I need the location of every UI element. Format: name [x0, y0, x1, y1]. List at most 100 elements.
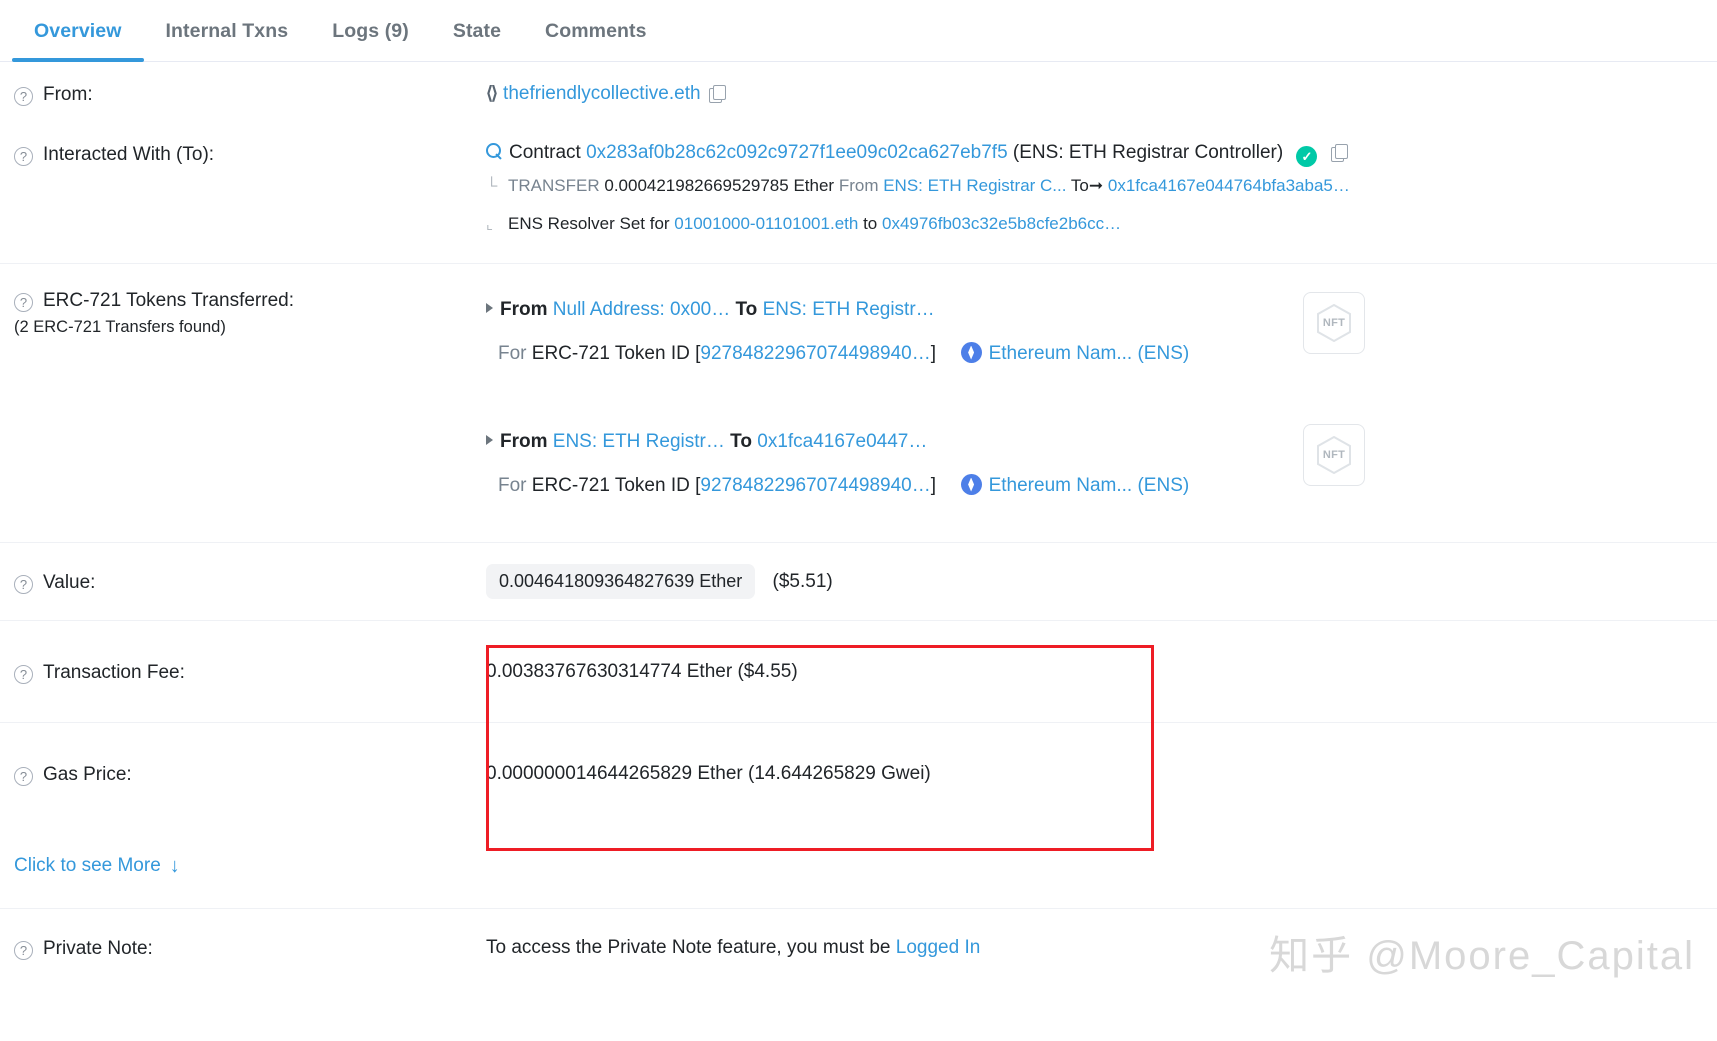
row-erc721-transfers: ? ERC-721 Tokens Transferred: (2 ERC-721… [0, 263, 1717, 542]
interacted-label-cell: ? Interacted With (To): [14, 142, 486, 166]
from-label-cell: ? From: [14, 82, 486, 106]
transfer-amount: 0.000421982669529785 Ether [604, 176, 835, 195]
transfer-parties-line: From Null Address: 0x00… To ENS: ETH Reg… [486, 288, 1703, 332]
erc721-transfer-list: From Null Address: 0x00… To ENS: ETH Reg… [486, 288, 1703, 508]
erc721-sublabel: (2 ERC-721 Transfers found) [14, 318, 226, 336]
erc721-label-cell: ? ERC-721 Tokens Transferred: (2 ERC-721… [14, 288, 486, 337]
question-mark-icon[interactable]: ? [14, 147, 33, 166]
interacted-with-label: Interacted With (To): [43, 144, 215, 165]
question-mark-icon[interactable]: ? [14, 766, 33, 786]
erc721-token-name-link[interactable]: Ethereum Nam... (ENS) [989, 475, 1190, 496]
verified-check-icon: ✓ [1296, 146, 1318, 167]
nft-thumbnail[interactable]: NFT [1303, 424, 1365, 486]
watermark-handle: @Moore_Capital [1366, 934, 1695, 978]
tree-corner-dotted-icon: ⌞ [486, 216, 494, 233]
ens-token-icon [960, 474, 982, 495]
transfer-from-word: From [838, 176, 879, 195]
contract-address-link[interactable]: 0x283af0b28c62c092c9727f1ee09c02ca627eb7… [586, 142, 1008, 163]
value-cell: 0.004641809364827639 Ether ($5.51) [486, 564, 1703, 599]
tab-state[interactable]: State [431, 20, 523, 61]
tab-overview[interactable]: Overview [12, 20, 144, 62]
token-id-bracket-close: ] [930, 475, 937, 496]
nft-placeholder-icon: NFT [1317, 304, 1351, 342]
transfer-token-line: For ERC-721 Token ID [927848229670744989… [486, 332, 1703, 376]
erc721-from-link[interactable]: ENS: ETH Registr… [553, 431, 725, 452]
private-note-label-cell: ? Private Note: [14, 936, 486, 960]
watermark: 知乎 @Moore_Capital [1269, 923, 1695, 981]
private-note-label: Private Note: [43, 937, 153, 959]
value-label-cell: ? Value: [14, 570, 486, 594]
to-word: To [730, 431, 752, 452]
row-gas-price: ? Gas Price: 0.000000014644265829 Ether … [0, 722, 1717, 824]
for-word: For [498, 475, 527, 496]
tab-comments[interactable]: Comments [523, 20, 669, 61]
nft-thumb-label: NFT [1322, 317, 1346, 329]
erc721-from-link[interactable]: Null Address: 0x00… [553, 299, 730, 320]
resolver-prefix: ENS Resolver Set for [508, 214, 670, 233]
row-transaction-fee: ? Transaction Fee: 0.00383767630314774 E… [0, 620, 1717, 722]
question-mark-icon[interactable]: ? [14, 293, 33, 312]
copy-icon[interactable] [1330, 144, 1348, 162]
ens-brackets-icon: ⟨⟩ [486, 83, 498, 103]
transaction-fee-label-cell: ? Transaction Fee: [14, 660, 486, 684]
contract-word: Contract [509, 142, 581, 163]
contract-line: Contract 0x283af0b28c62c092c9727f1ee09c0… [486, 142, 1703, 167]
from-ens-link[interactable]: thefriendlycollective.eth [503, 83, 701, 104]
token-id-bracket-close: ] [930, 343, 937, 364]
question-mark-icon[interactable]: ? [14, 664, 33, 684]
nft-placeholder-icon: NFT [1317, 436, 1351, 474]
interacted-with-value: Contract 0x283af0b28c62c092c9727f1ee09c0… [486, 142, 1703, 243]
value-label: Value: [43, 571, 96, 593]
click-to-see-more-link[interactable]: Click to see More [14, 855, 161, 877]
transaction-fee-value: 0.00383767630314774 Ether ($4.55) [486, 660, 798, 682]
value-amount-pill: 0.004641809364827639 Ether [486, 564, 756, 599]
gas-price-label: Gas Price: [43, 763, 132, 785]
expand-caret-icon[interactable] [486, 303, 493, 313]
question-mark-icon[interactable]: ? [14, 87, 33, 106]
from-word: From [500, 299, 548, 320]
transaction-fee-label: Transaction Fee: [43, 661, 185, 683]
value-fiat: ($5.51) [772, 571, 833, 592]
from-word: From [500, 431, 548, 452]
question-mark-icon[interactable]: ? [14, 940, 33, 960]
erc721-token-name-link[interactable]: Ethereum Nam... (ENS) [989, 343, 1190, 364]
copy-icon[interactable] [708, 85, 726, 103]
tab-logs[interactable]: Logs (9) [310, 20, 431, 61]
for-word: For [498, 343, 527, 364]
from-value: ⟨⟩ thefriendlycollective.eth [486, 83, 1703, 105]
erc721-to-link[interactable]: ENS: ETH Registr… [763, 299, 935, 320]
expand-caret-icon[interactable] [486, 435, 493, 445]
erc721-transfer-item: From Null Address: 0x00… To ENS: ETH Reg… [486, 288, 1703, 376]
resolver-address-link[interactable]: 0x4976fb03c32e5b8cfe2b6cc… [882, 214, 1121, 233]
tree-corner-icon: └ [486, 178, 498, 195]
logged-in-link[interactable]: Logged In [896, 937, 981, 958]
transfer-token-line: For ERC-721 Token ID [927848229670744989… [486, 464, 1703, 508]
to-word: To [735, 299, 758, 320]
tab-bar: Overview Internal Txns Logs (9) State Co… [0, 0, 1717, 62]
question-mark-icon[interactable]: ? [14, 574, 33, 594]
from-label: From: [43, 84, 93, 105]
erc721-transfer-item: From ENS: ETH Registr… To 0x1fca4167e044… [486, 420, 1703, 508]
resolver-ens-link[interactable]: 01001000-01101001.eth [674, 214, 858, 233]
erc721-token-id-link[interactable]: 92784822967074498940… [700, 475, 930, 496]
transfer-to-word: To [1070, 176, 1089, 195]
watermark-logo: 知乎 [1269, 933, 1354, 979]
transfer-line: └ TRANSFER 0.000421982669529785 Ether Fro… [486, 167, 1703, 206]
arrow-down-icon[interactable]: ↓ [170, 855, 180, 878]
arrow-right-icon: ➞ [1088, 176, 1104, 195]
gas-price-label-cell: ? Gas Price: [14, 762, 486, 786]
transfer-to-link[interactable]: 0x1fca4167e044764bfa3aba5… [1108, 176, 1350, 195]
row-from: ? From: ⟨⟩ thefriendlycollective.eth [0, 62, 1717, 126]
token-standard-label: ERC-721 Token ID [531, 475, 690, 496]
tab-internal-txns[interactable]: Internal Txns [144, 20, 311, 61]
magnifier-icon[interactable] [486, 143, 503, 160]
row-see-more: Click to see More ↓ [0, 824, 1717, 908]
row-value: ? Value: 0.004641809364827639 Ether ($5.… [0, 542, 1717, 620]
nft-thumbnail[interactable]: NFT [1303, 292, 1365, 354]
erc721-token-id-link[interactable]: 92784822967074498940… [700, 343, 930, 364]
resolver-line: ⌞ ENS Resolver Set for 01001000-01101001.… [486, 206, 1703, 243]
transfer-from-link[interactable]: ENS: ETH Registrar C... [883, 176, 1066, 195]
erc721-label: ERC-721 Tokens Transferred: [43, 290, 294, 311]
erc721-to-link[interactable]: 0x1fca4167e0447… [757, 431, 927, 452]
row-interacted-with: ? Interacted With (To): Contract 0x283af… [0, 126, 1717, 263]
